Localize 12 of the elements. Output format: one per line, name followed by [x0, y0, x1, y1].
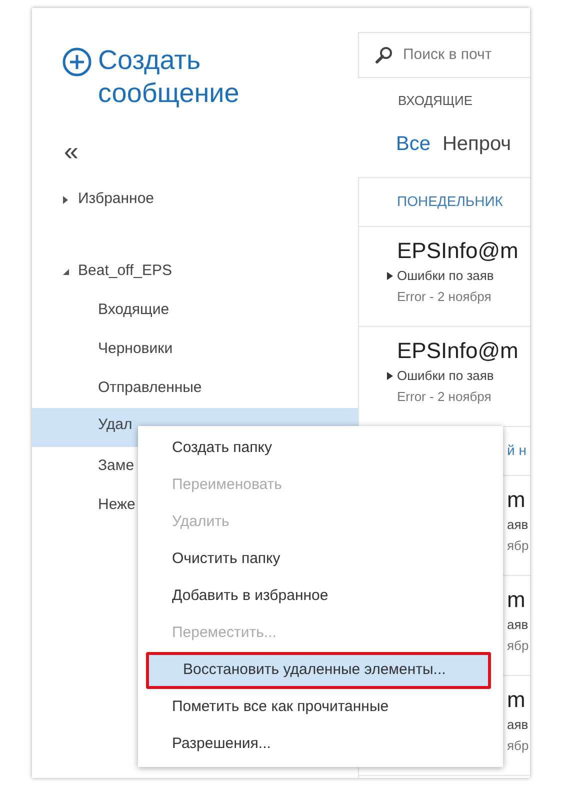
- date-group-header: й н: [507, 441, 526, 460]
- message-sender: m: [507, 686, 526, 714]
- message-date: ябр: [507, 636, 529, 655]
- date-group-header: ПОНЕДЕЛЬНИК: [397, 192, 503, 211]
- message-preview: аяв: [507, 616, 528, 634]
- message-preview: аяв: [507, 716, 528, 734]
- message-sender: m: [507, 486, 526, 514]
- message-date: ябр: [507, 536, 529, 555]
- message-date: ябр: [507, 736, 529, 755]
- message-preview: аяв: [507, 516, 528, 534]
- folder-title: ВХОДЯЩИЕ: [397, 92, 474, 110]
- message-sender: m: [507, 586, 526, 614]
